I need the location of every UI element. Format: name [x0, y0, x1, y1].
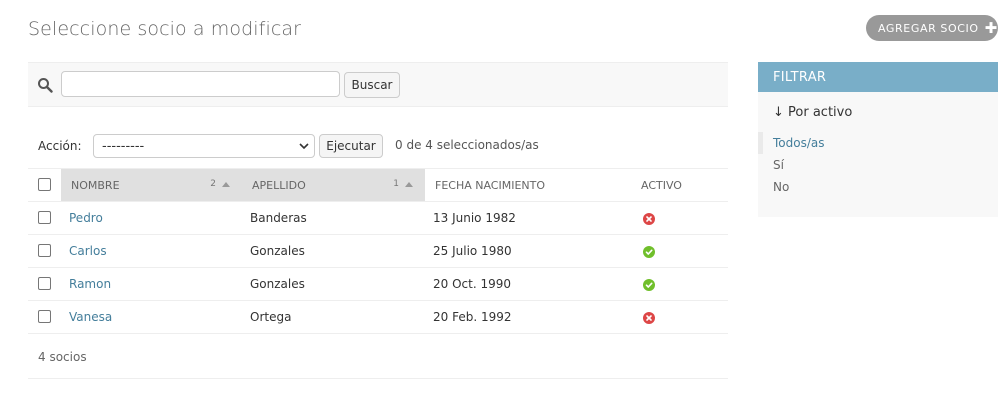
- page-title: Seleccione socio a modificar: [28, 18, 302, 40]
- cell-fecha: 25 Julio 1980: [425, 234, 631, 268]
- sort-priority-apellido: 1: [393, 179, 399, 189]
- add-socio-label: AGREGAR SOCIO: [878, 21, 979, 35]
- action-select[interactable]: ---------: [93, 134, 315, 158]
- filter-by-activo: ↓ Por activo: [773, 105, 853, 120]
- cell-activo: [631, 234, 728, 268]
- cell-apellido: Gonzales: [242, 234, 425, 268]
- check-circle-icon: [643, 279, 655, 291]
- row-checkbox[interactable]: [38, 277, 51, 290]
- apellido-value: Banderas: [250, 211, 307, 225]
- filter-title: FILTRAR: [758, 62, 998, 92]
- sort-indicator-apellido[interactable]: 1: [393, 179, 413, 189]
- column-label-activo: ACTIVO: [641, 179, 682, 192]
- fecha-value: 13 Junio 1982: [433, 211, 516, 225]
- add-socio-button[interactable]: AGREGAR SOCIO ✚: [866, 15, 998, 41]
- search-button[interactable]: Buscar: [344, 72, 400, 98]
- column-header-nombre[interactable]: NOMBRE 2: [61, 168, 242, 202]
- cell-activo: [631, 201, 728, 235]
- action-select-value: ---------: [102, 138, 145, 154]
- socio-link[interactable]: Carlos: [69, 244, 107, 258]
- sort-priority-nombre: 2: [210, 179, 216, 189]
- fecha-value: 20 Oct. 1990: [433, 277, 511, 291]
- cell-activo: [631, 300, 728, 334]
- cell-apellido: Ortega: [242, 300, 425, 334]
- cross-circle-icon: [643, 213, 655, 225]
- paginator: 4 socios: [28, 335, 728, 379]
- action-label: Acción:: [38, 139, 82, 153]
- fecha-value: 25 Julio 1980: [433, 244, 512, 258]
- cell-fecha: 20 Oct. 1990: [425, 267, 631, 301]
- cell-nombre: Vanesa: [61, 300, 242, 334]
- socio-link[interactable]: Vanesa: [69, 310, 112, 324]
- column-label-nombre: NOMBRE: [71, 179, 120, 192]
- select-all-cell: [28, 168, 61, 202]
- chevron-down-icon: [299, 143, 309, 150]
- column-label-fecha: FECHA NACIMIENTO: [435, 179, 546, 192]
- filter-option[interactable]: Todos/as: [758, 132, 998, 154]
- search-input[interactable]: [61, 71, 340, 97]
- row-select-cell: [28, 267, 61, 301]
- cell-fecha: 20 Feb. 1992: [425, 300, 631, 334]
- sort-ascending-icon: [405, 181, 413, 187]
- row-select-cell: [28, 201, 61, 235]
- filter-option[interactable]: Sí: [758, 154, 998, 176]
- cell-apellido: Banderas: [242, 201, 425, 235]
- search-toolbar: Buscar: [28, 62, 728, 107]
- selection-counter: 0 de 4 seleccionados/as: [395, 138, 539, 152]
- cell-nombre: Ramon: [61, 267, 242, 301]
- socio-link[interactable]: Ramon: [69, 277, 111, 291]
- fecha-value: 20 Feb. 1992: [433, 310, 512, 324]
- plus-icon: ✚: [984, 18, 998, 37]
- table-row: Pedro Banderas 13 Junio 1982: [28, 201, 728, 235]
- table-row: Vanesa Ortega 20 Feb. 1992: [28, 300, 728, 334]
- cross-circle-icon: [643, 312, 655, 324]
- column-label-apellido: APELLIDO: [252, 179, 306, 192]
- column-header-apellido[interactable]: APELLIDO 1: [242, 168, 425, 202]
- row-checkbox[interactable]: [38, 310, 51, 323]
- select-all-checkbox[interactable]: [38, 178, 51, 191]
- apellido-value: Gonzales: [250, 277, 305, 291]
- cell-activo: [631, 267, 728, 301]
- apellido-value: Ortega: [250, 310, 292, 324]
- execute-button[interactable]: Ejecutar: [319, 134, 383, 158]
- row-checkbox[interactable]: [38, 244, 51, 257]
- column-header-fecha[interactable]: FECHA NACIMIENTO: [425, 168, 631, 202]
- sort-ascending-icon: [222, 181, 230, 187]
- row-checkbox[interactable]: [38, 211, 51, 224]
- table-row: Ramon Gonzales 20 Oct. 1990: [28, 267, 728, 301]
- socio-link[interactable]: Pedro: [69, 211, 103, 225]
- cell-nombre: Carlos: [61, 234, 242, 268]
- filter-option[interactable]: No: [758, 176, 998, 198]
- result-count: 4 socios: [38, 350, 87, 364]
- row-select-cell: [28, 300, 61, 334]
- row-select-cell: [28, 234, 61, 268]
- sort-indicator-nombre[interactable]: 2: [210, 179, 230, 189]
- cell-nombre: Pedro: [61, 201, 242, 235]
- cell-apellido: Gonzales: [242, 267, 425, 301]
- column-header-activo[interactable]: ACTIVO: [631, 168, 728, 202]
- apellido-value: Gonzales: [250, 244, 305, 258]
- actions-bar: Acción: --------- Ejecutar 0 de 4 selecc…: [28, 131, 728, 161]
- table-row: Carlos Gonzales 25 Julio 1980: [28, 234, 728, 268]
- filter-options: Todos/as Sí No: [758, 132, 998, 198]
- results-table: NOMBRE 2 APELLIDO 1 FECHA NACIMIENTO ACT…: [28, 168, 728, 334]
- search-icon: [38, 78, 53, 93]
- cell-fecha: 13 Junio 1982: [425, 201, 631, 235]
- check-circle-icon: [643, 246, 655, 258]
- filter-panel: FILTRAR ↓ Por activo Todos/as Sí No: [758, 62, 998, 217]
